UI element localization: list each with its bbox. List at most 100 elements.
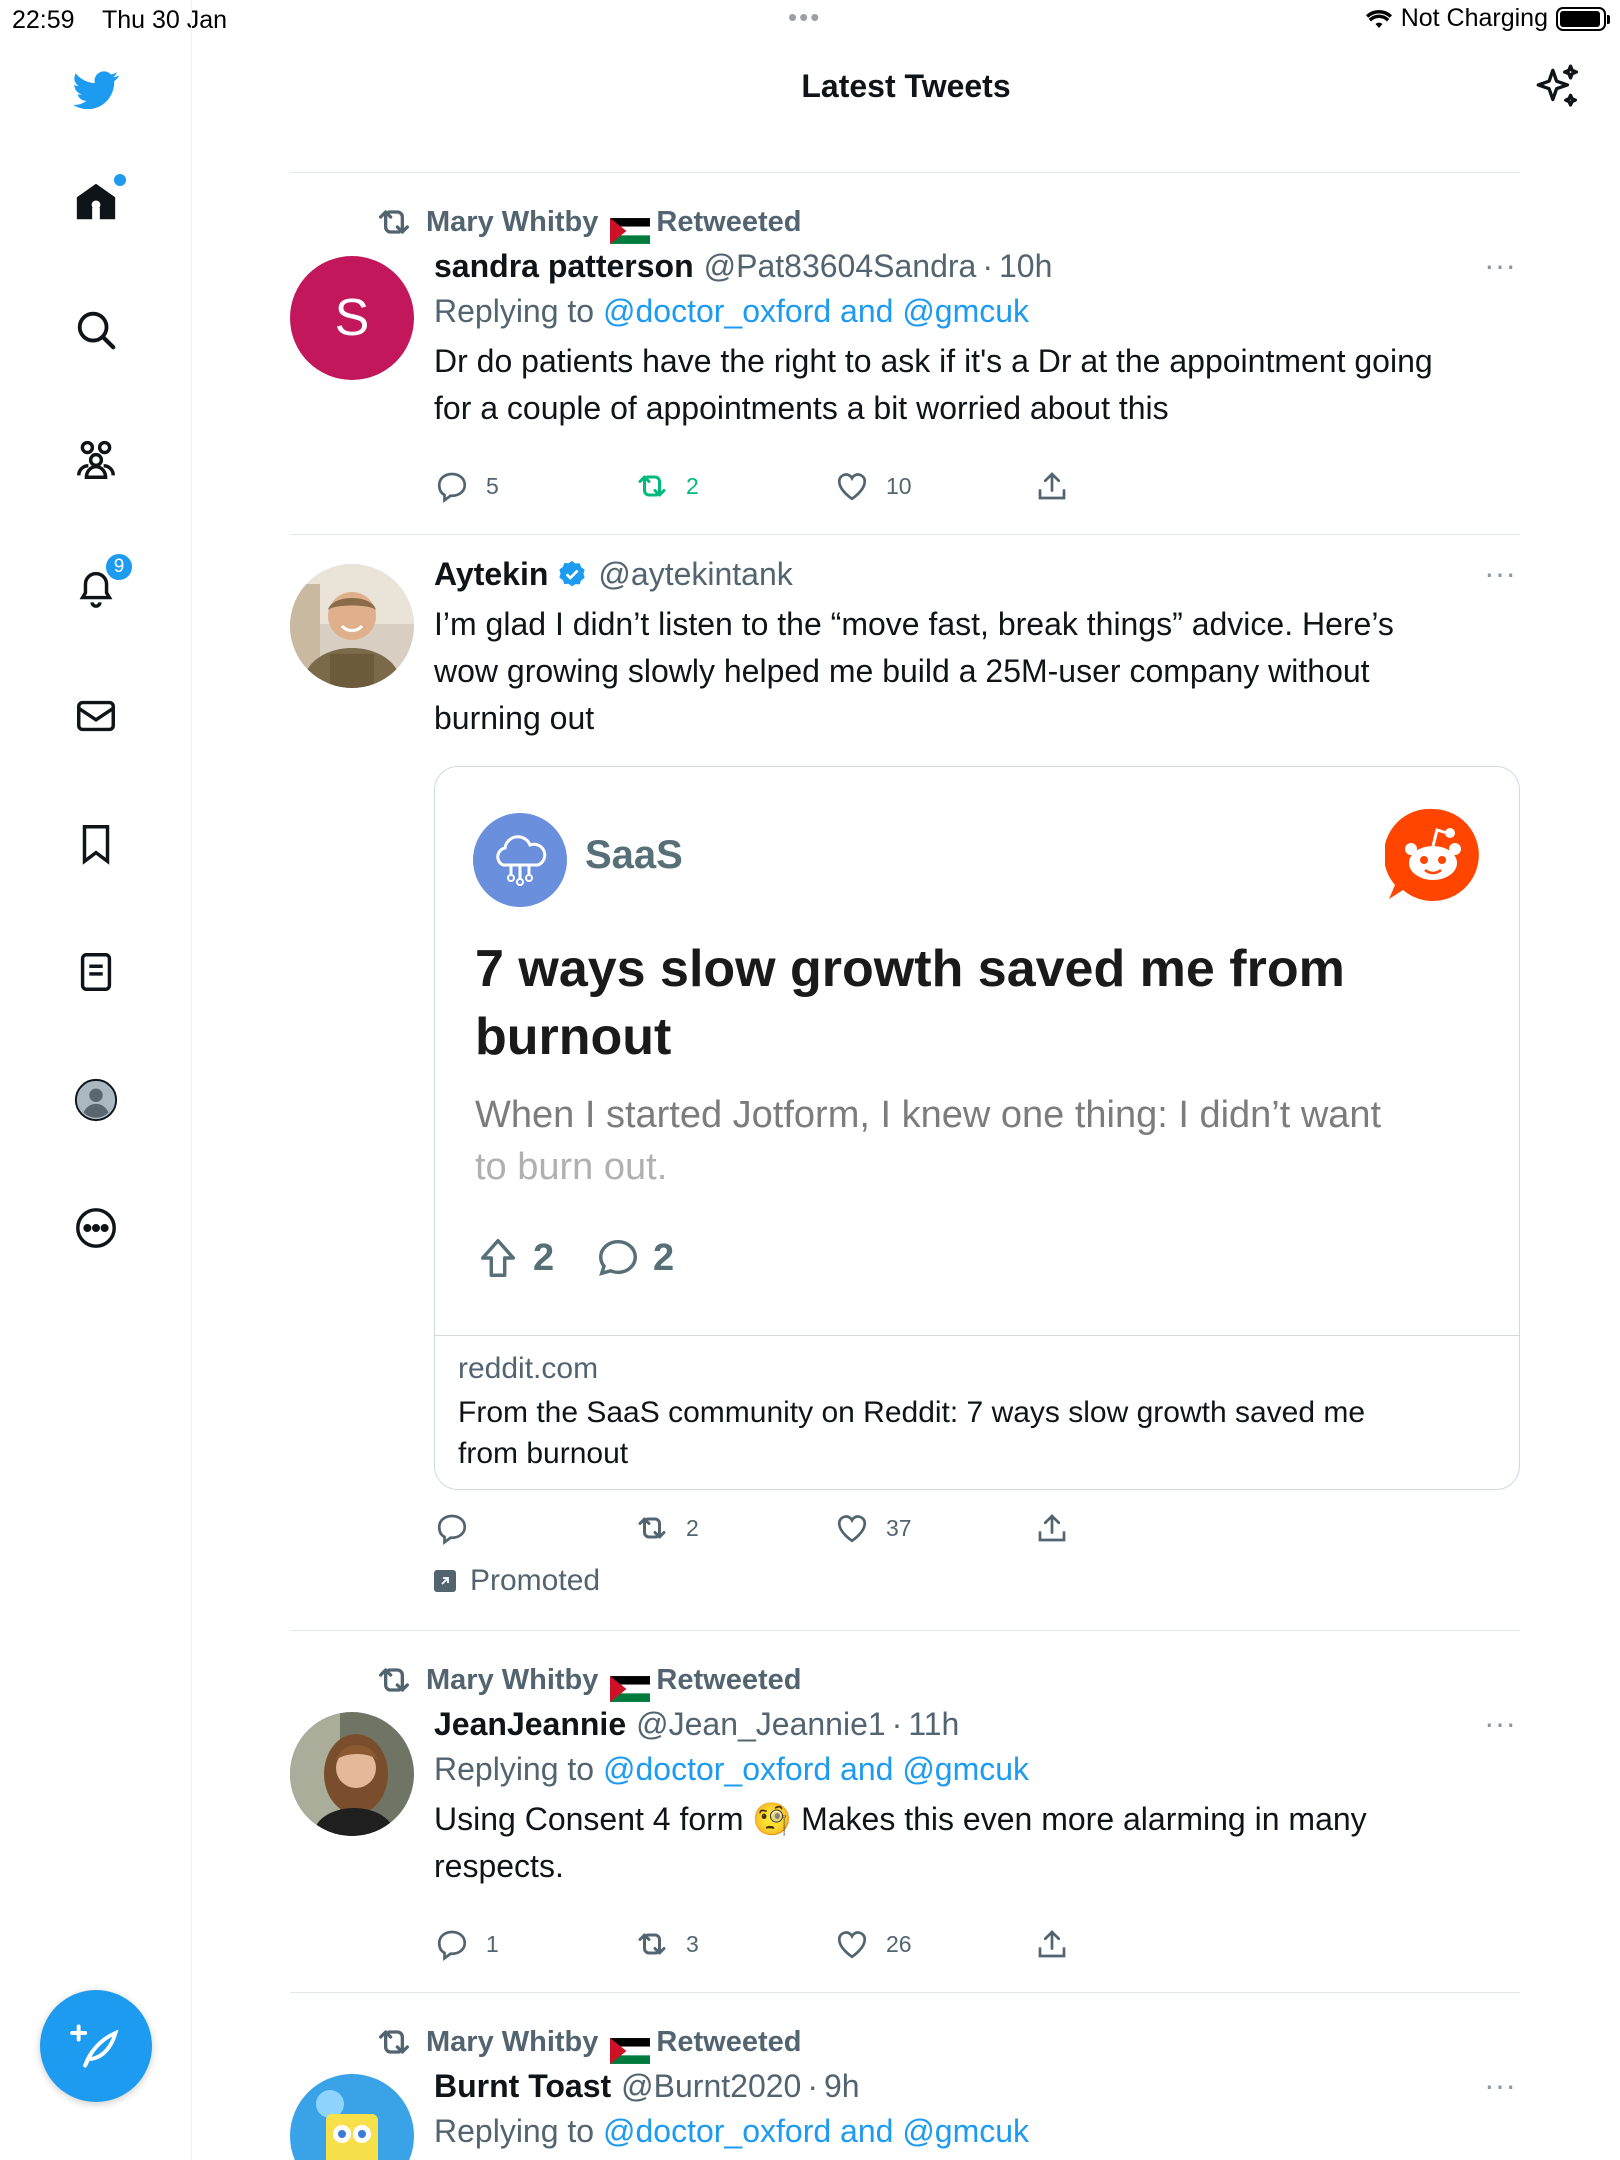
more-options-icon[interactable]: ··· <box>1480 557 1520 589</box>
author-handle[interactable]: @aytekintank <box>598 556 792 593</box>
like-button[interactable]: 26 <box>834 1926 912 1962</box>
promoted-text: Promoted <box>470 1564 601 1597</box>
profile-icon[interactable] <box>70 1074 122 1126</box>
author-handle[interactable]: @Burnt2020 <box>621 2068 801 2105</box>
author-name[interactable]: JeanJeannie <box>434 1706 626 1743</box>
share-button[interactable] <box>1034 1926 1070 1962</box>
author-name[interactable]: Burnt Toast <box>434 2068 611 2105</box>
communities-icon[interactable] <box>70 434 122 486</box>
notifications-count: 9 <box>113 556 125 577</box>
reply-button[interactable]: 5 <box>434 468 499 504</box>
avatar[interactable] <box>290 564 414 688</box>
promoted-icon <box>434 1570 456 1592</box>
tweet-header: Burnt Toast @Burnt2020 · 9h <box>434 2068 1520 2105</box>
retweeted-by[interactable]: Mary Whitby <box>426 2026 598 2059</box>
lists-icon[interactable] <box>70 946 122 998</box>
like-button[interactable]: 37 <box>834 1510 912 1546</box>
multitasking-dots[interactable]: ••• <box>788 2 821 33</box>
replying-prefix: Replying to <box>434 1751 595 1787</box>
retweet-context: Mary Whitby Retweeted <box>374 2022 801 2064</box>
card-upvotes: 2 <box>475 1235 554 1281</box>
tweet-header: Aytekin @aytekintank <box>434 556 1520 593</box>
tweet-text-line: wow growing slowly helped me build a 25M… <box>434 653 1370 689</box>
like-button[interactable]: 10 <box>834 468 912 504</box>
retweet-icon <box>379 210 409 234</box>
author-handle[interactable]: @Jean_Jeannie1 <box>636 1706 886 1743</box>
palestine-flag-icon <box>610 211 651 244</box>
sidebar: 9 <box>0 0 192 2160</box>
replying-to-users[interactable]: @doctor_oxford and @gmcuk <box>603 293 1029 329</box>
replying-to: Replying to @doctor_oxford and @gmcuk <box>434 2113 1520 2150</box>
charging-status: Not Charging <box>1400 4 1548 32</box>
battery-level <box>1560 10 1600 27</box>
avatar[interactable] <box>290 2074 414 2160</box>
retweet-button[interactable]: 2 <box>634 468 699 504</box>
heart-icon <box>837 1515 867 1543</box>
bookmarks-icon[interactable] <box>70 818 122 870</box>
tweet-actions: 5 2 10 <box>434 466 1134 506</box>
retweet-icon <box>379 2030 409 2054</box>
tweet-content: Aytekin @aytekintank I’m glad I didn’t l… <box>434 556 1520 742</box>
retweeted-by[interactable]: Mary Whitby <box>426 1664 598 1697</box>
author-handle[interactable]: @Pat83604Sandra <box>704 248 977 285</box>
card-comments: 2 <box>595 1235 674 1281</box>
reply-button[interactable] <box>434 1510 486 1546</box>
tweet-card[interactable]: Mary Whitby Retweeted S sandra patterson… <box>290 172 1520 534</box>
more-options-icon[interactable]: ··· <box>1480 2069 1520 2101</box>
card-media: SaaS 7 ways slow growth saved me from bu… <box>435 767 1519 1335</box>
share-icon <box>1038 472 1066 500</box>
replying-prefix: Replying to <box>434 293 595 329</box>
sparkle-icon[interactable] <box>1532 62 1582 112</box>
replying-to-users[interactable]: @doctor_oxford and @gmcuk <box>603 1751 1029 1787</box>
messages-icon[interactable] <box>70 690 122 742</box>
avatar[interactable] <box>290 1712 414 1836</box>
tweet-text-line: Using Consent 4 form 🧐 Makes this even m… <box>434 1801 1367 1837</box>
tweet-card[interactable]: Mary Whitby Retweeted JeanJeannie @Jean_… <box>290 1630 1520 1992</box>
tweet-header: sandra patterson @Pat83604Sandra · 10h <box>434 248 1520 285</box>
tweet-card[interactable]: Mary Whitby Retweeted Burnt Toast @Burnt… <box>290 1992 1520 2160</box>
card-headline-line: burnout <box>475 1008 672 1066</box>
compose-tweet-button[interactable] <box>40 1990 152 2102</box>
tweet-text: Dr do patients have the right to ask if … <box>434 338 1520 432</box>
search-icon[interactable] <box>70 304 122 356</box>
reply-icon <box>437 472 467 503</box>
tweet-text-line: for a couple of appointments a bit worri… <box>434 390 1169 426</box>
retweeted-label: Retweeted <box>656 205 802 238</box>
dot-separator: · <box>807 2068 818 2104</box>
replying-to-users[interactable]: @doctor_oxford and @gmcuk <box>603 2113 1029 2149</box>
card-domain: reddit.com <box>458 1352 599 1385</box>
retweet-button[interactable]: 3 <box>634 1926 699 1962</box>
home-icon[interactable] <box>70 174 126 228</box>
tweet-content: sandra patterson @Pat83604Sandra · 10h R… <box>434 248 1520 432</box>
upvote-count: 2 <box>533 1236 555 1279</box>
card-excerpt-line: When I started Jotform, I knew one thing… <box>475 1094 1382 1136</box>
share-button[interactable] <box>1034 1510 1070 1546</box>
more-options-icon[interactable]: ··· <box>1480 249 1520 281</box>
tweet-text-line: I’m glad I didn’t listen to the “move fa… <box>434 606 1394 642</box>
share-button[interactable] <box>1034 468 1070 504</box>
tweet-text: I’m glad I didn’t listen to the “move fa… <box>434 601 1520 742</box>
notifications-icon[interactable]: 9 <box>70 552 134 614</box>
tweet-text-line: respects. <box>434 1848 564 1884</box>
twitter-logo-icon[interactable] <box>70 64 122 116</box>
card-title-line: from burnout <box>458 1437 629 1470</box>
more-options-icon[interactable]: ··· <box>1480 1707 1520 1739</box>
reply-icon <box>437 1930 467 1961</box>
reddit-logo-icon <box>1385 808 1479 901</box>
home-new-dot <box>114 174 126 186</box>
author-name[interactable]: Aytekin <box>434 556 548 593</box>
retweet-button[interactable]: 2 <box>634 1510 699 1546</box>
tweet-time: 9h <box>823 2068 860 2104</box>
retweeted-by[interactable]: Mary Whitby <box>426 206 598 239</box>
tweet-time: 11h <box>908 1706 960 1742</box>
more-icon[interactable] <box>70 1202 122 1254</box>
tweet-card[interactable]: Aytekin @aytekintank I’m glad I didn’t l… <box>290 534 1520 1630</box>
reply-button[interactable]: 1 <box>434 1926 499 1962</box>
tweet-text: Using Consent 4 form 🧐 Makes this even m… <box>434 1796 1520 1890</box>
dot-separator: · <box>891 1706 903 1742</box>
heart-icon <box>837 1931 867 1959</box>
card-headline: 7 ways slow growth saved me from burnout <box>475 935 1485 1071</box>
link-preview-card[interactable]: SaaS 7 ways slow growth saved me from bu… <box>434 766 1520 1490</box>
avatar[interactable]: S <box>290 256 414 380</box>
author-name[interactable]: sandra patterson <box>434 248 694 285</box>
